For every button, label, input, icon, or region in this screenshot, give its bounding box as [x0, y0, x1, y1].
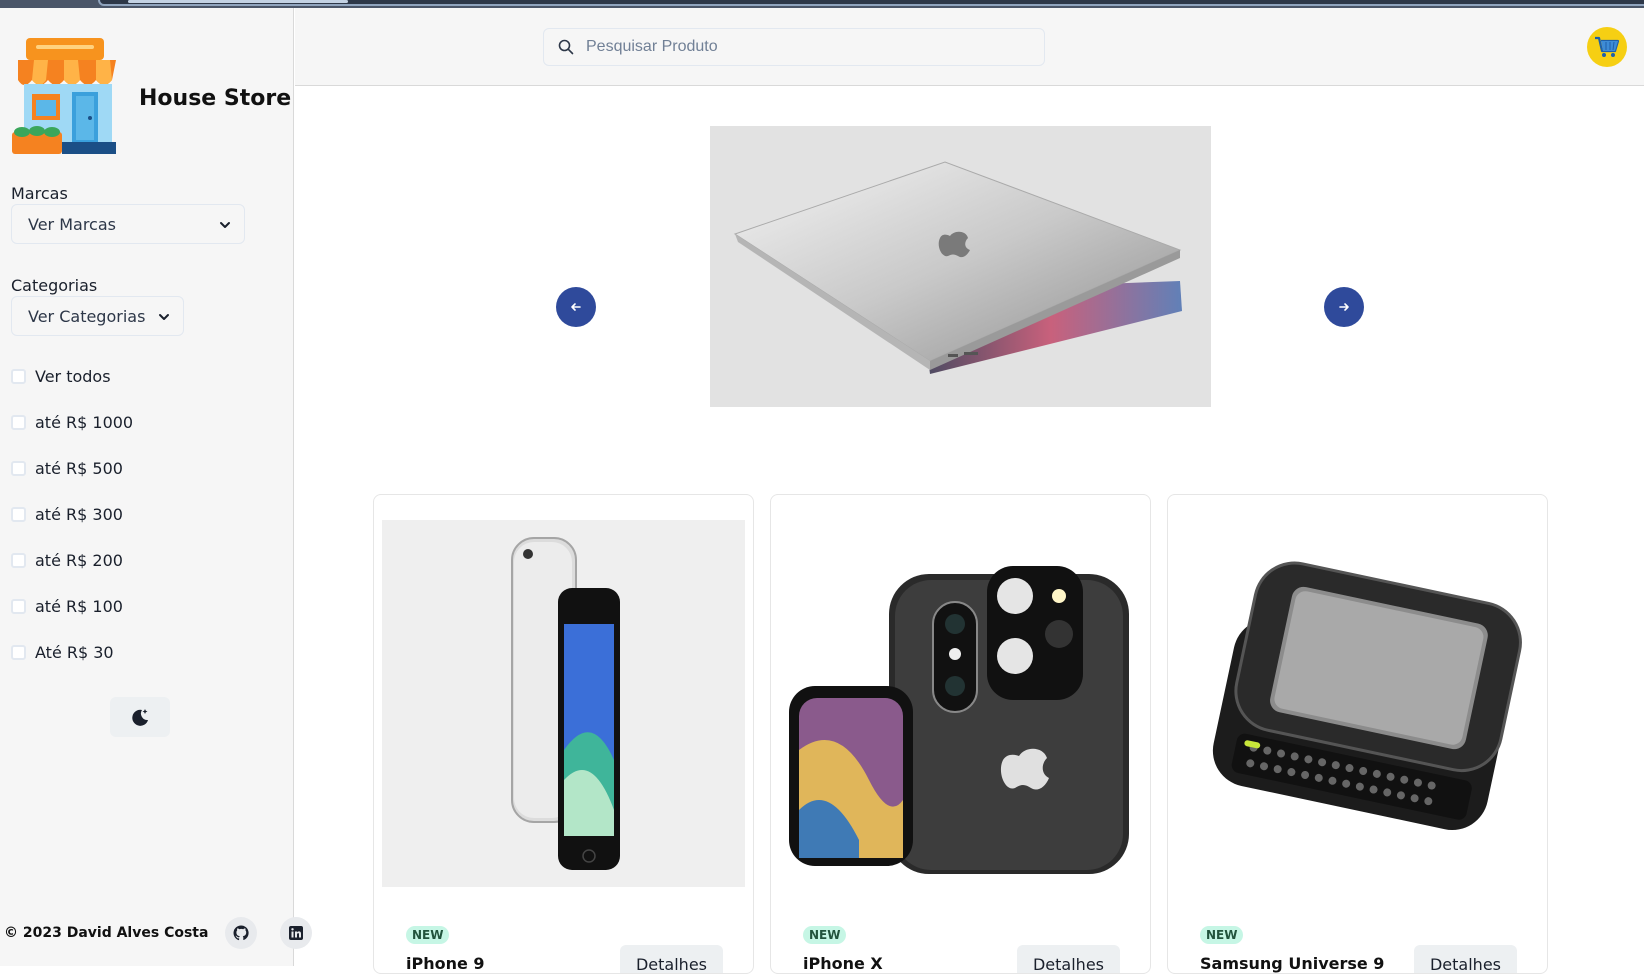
cart-button[interactable]: [1587, 27, 1627, 67]
search-icon: [558, 39, 574, 55]
categories-select-value: Ver Categorias: [28, 306, 146, 326]
new-badge: NEW: [406, 926, 450, 944]
price-filter-all[interactable]: Ver todos: [11, 366, 111, 386]
brand[interactable]: House Store: [12, 34, 291, 164]
brands-select[interactable]: Ver Marcas: [11, 204, 245, 244]
top-header: [295, 8, 1644, 86]
new-badge: NEW: [803, 926, 847, 944]
new-badge: NEW: [1200, 926, 1244, 944]
browser-top-strip: [0, 0, 1644, 8]
product-title: Samsung Universe 9: [1200, 954, 1385, 973]
checkbox[interactable]: [11, 414, 26, 430]
sidebar: House Store Marcas Ver Marcas Categorias…: [0, 8, 294, 966]
iphone-9-image: [382, 520, 745, 887]
product-title: iPhone X: [803, 954, 883, 973]
carousel-prev-button[interactable]: [556, 287, 596, 327]
theme-toggle-button[interactable]: [110, 697, 170, 737]
github-icon: [233, 925, 250, 941]
checkbox[interactable]: [11, 506, 26, 522]
linkedin-button[interactable]: [280, 917, 313, 949]
product-card-samsung-universe-9[interactable]: NEW Samsung Universe 9 Detalhes: [1167, 494, 1548, 974]
product-image: [382, 520, 745, 887]
checkbox[interactable]: [11, 598, 26, 614]
checkbox[interactable]: [11, 368, 26, 384]
brand-title: House Store: [139, 86, 292, 111]
price-filter-label: Até R$ 30: [35, 642, 114, 662]
footer: © 2023 David Alves Costa: [4, 917, 313, 949]
price-filter-500[interactable]: até R$ 500: [11, 458, 123, 478]
price-filter-30[interactable]: Até R$ 30: [11, 642, 114, 662]
brands-label: Marcas: [11, 184, 68, 203]
chevron-down-icon: [159, 314, 169, 320]
search-bar[interactable]: [543, 28, 1045, 66]
price-filter-label: até R$ 200: [35, 550, 123, 570]
price-filter-300[interactable]: até R$ 300: [11, 504, 123, 524]
cart-icon: [1595, 36, 1620, 57]
price-filter-1000[interactable]: até R$ 1000: [11, 412, 133, 432]
carousel-image: [710, 126, 1211, 407]
checkbox[interactable]: [11, 552, 26, 568]
checkbox[interactable]: [11, 644, 26, 660]
price-filter-label: Ver todos: [35, 366, 111, 386]
github-button[interactable]: [225, 917, 258, 949]
product-title: iPhone 9: [406, 954, 485, 973]
browser-tab[interactable]: [128, 0, 348, 3]
search-input[interactable]: [586, 38, 1026, 56]
iphone-x-image: [779, 520, 1142, 887]
categories-select[interactable]: Ver Categorias: [11, 296, 184, 336]
chevron-down-icon: [220, 222, 230, 228]
product-card-iphone-9[interactable]: NEW iPhone 9 Detalhes: [373, 494, 754, 974]
linkedin-icon: [289, 926, 304, 940]
product-card-iphone-x[interactable]: NEW iPhone X Detalhes: [770, 494, 1151, 974]
copyright-text: © 2023 David Alves Costa: [4, 925, 209, 941]
samsung-universe-9-image: [1176, 520, 1539, 887]
checkbox[interactable]: [11, 460, 26, 476]
details-button[interactable]: Detalhes: [619, 945, 723, 973]
arrow-left-icon: [571, 303, 581, 311]
price-filter-200[interactable]: até R$ 200: [11, 550, 123, 570]
details-button[interactable]: Detalhes: [1016, 945, 1120, 973]
arrow-right-icon: [1339, 303, 1349, 311]
details-button[interactable]: Detalhes: [1413, 945, 1517, 973]
price-filter-label: até R$ 300: [35, 504, 123, 524]
price-filter-label: até R$ 1000: [35, 412, 134, 432]
carousel-next-button[interactable]: [1324, 287, 1364, 327]
price-filter-label: até R$ 500: [35, 458, 123, 478]
categories-label: Categorias: [11, 276, 98, 295]
store-logo-icon: [12, 38, 116, 154]
product-image: [779, 520, 1142, 887]
brands-select-value: Ver Marcas: [28, 214, 116, 234]
price-filter-100[interactable]: até R$ 100: [11, 596, 123, 616]
laptop-image: [710, 126, 1211, 407]
moon-stars-icon: [132, 709, 148, 726]
price-filter-label: até R$ 100: [35, 596, 123, 616]
product-image: [1176, 520, 1539, 887]
